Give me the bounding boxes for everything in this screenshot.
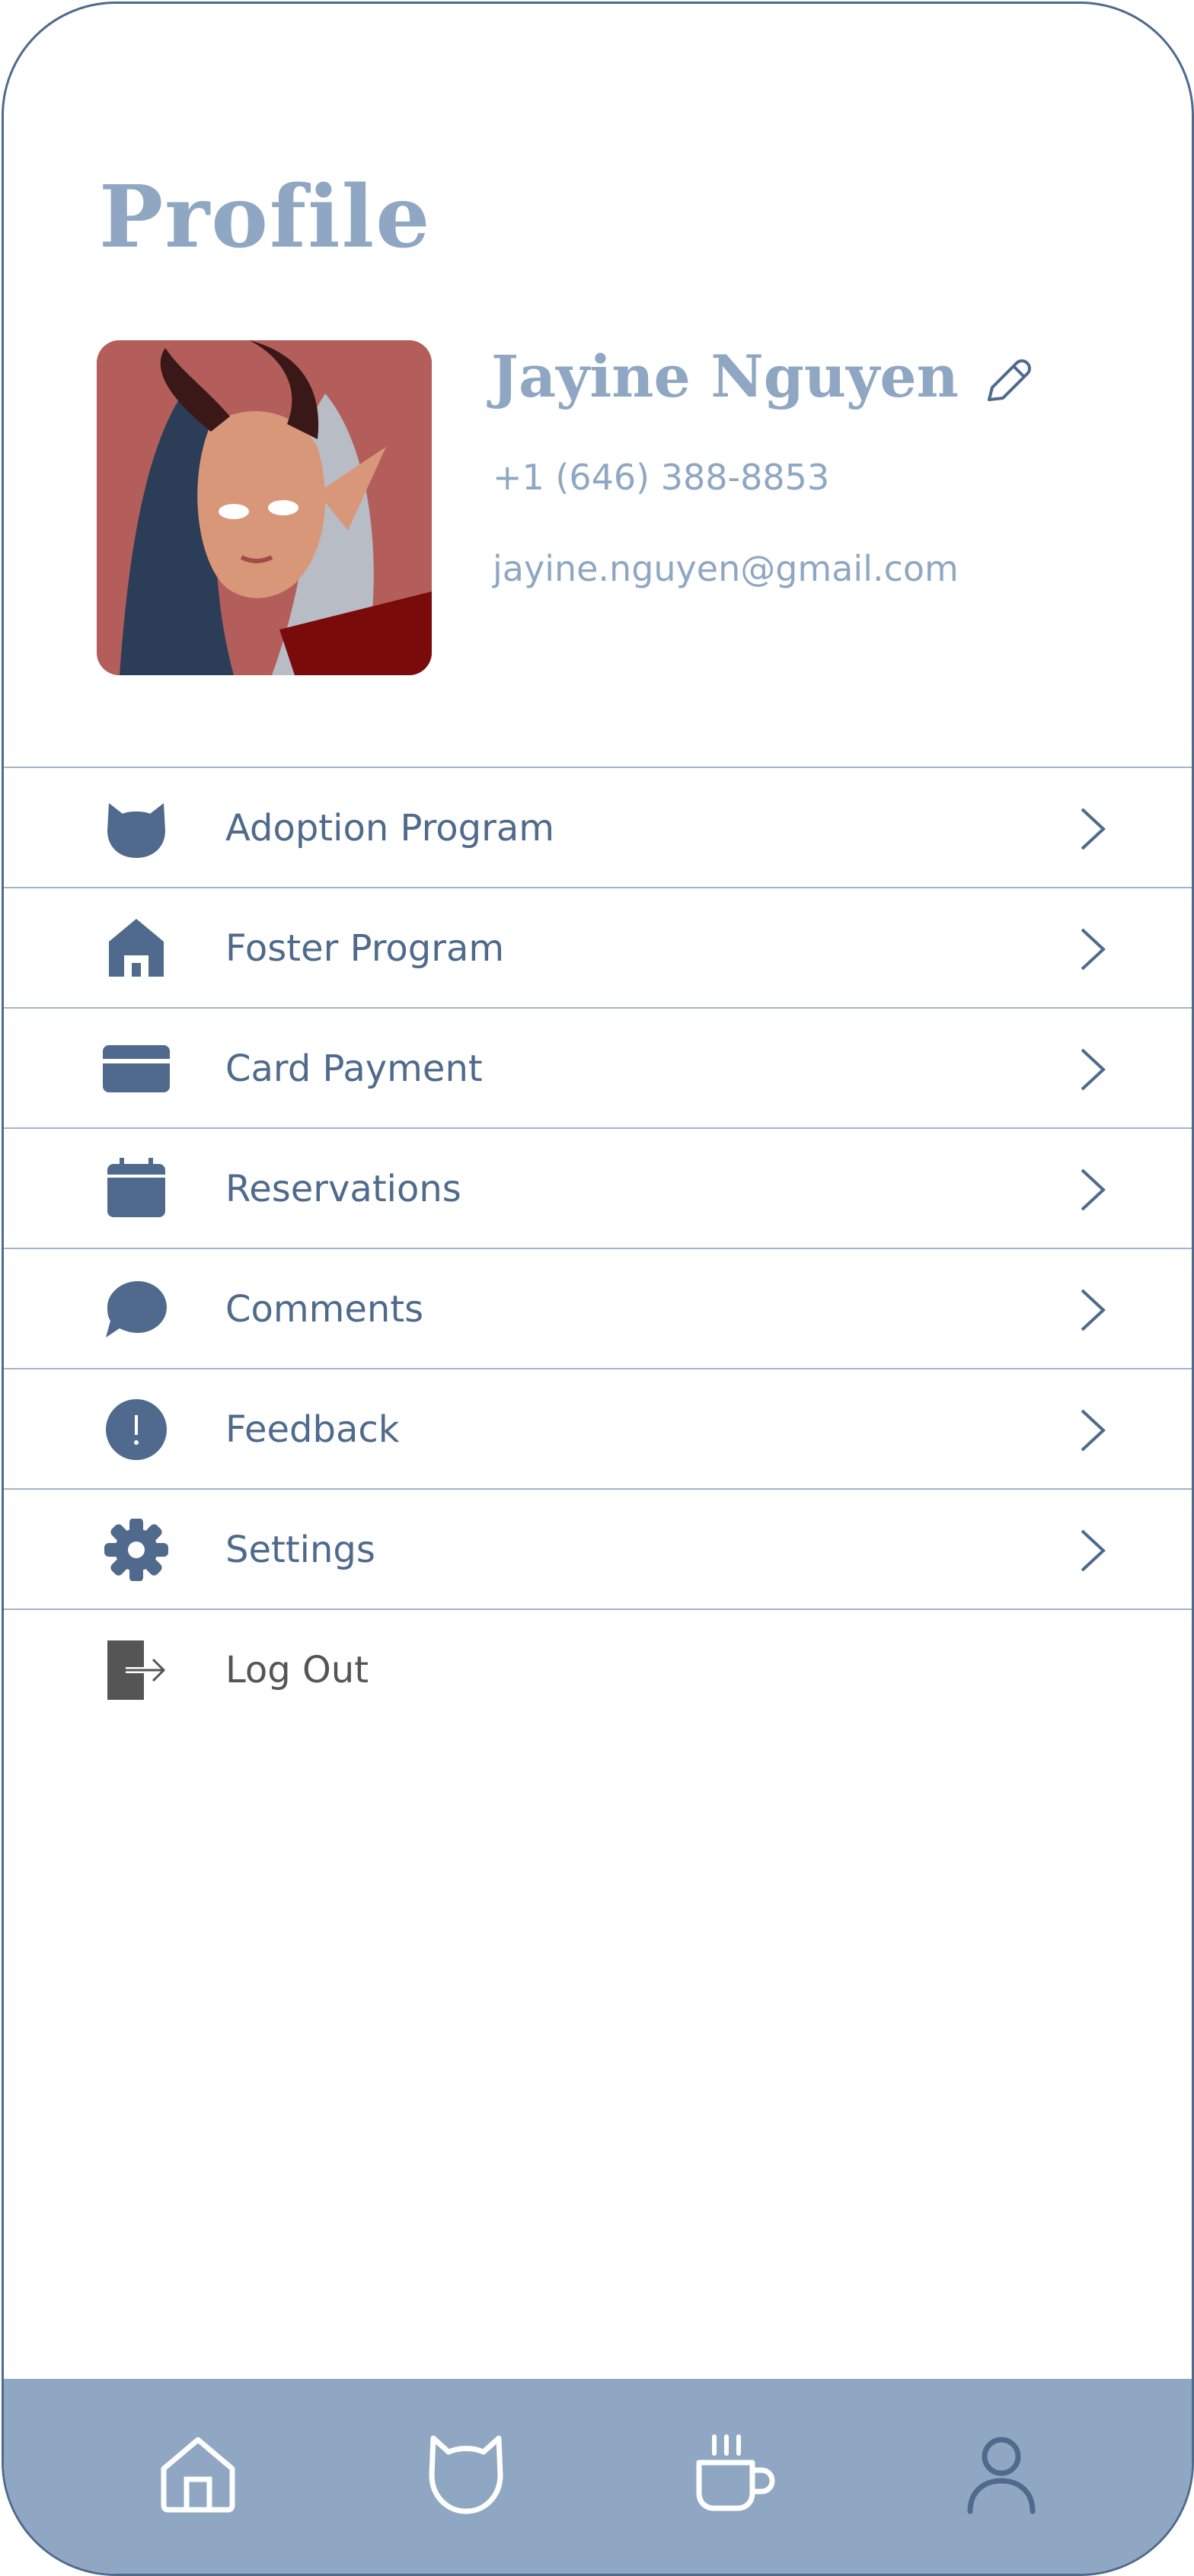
chevron-right-icon: [1077, 1287, 1108, 1333]
user-email: jayine.nguyen@gmail.com: [493, 548, 959, 589]
nav-profile-button[interactable]: [959, 2432, 1043, 2516]
menu-item-reservations[interactable]: Reservations: [4, 1127, 1192, 1248]
menu-item-label: Feedback: [225, 1408, 400, 1451]
menu-item-label: Adoption Program: [225, 807, 555, 850]
bottom-navigation: [4, 2379, 1192, 2574]
menu-item-adoption-program[interactable]: Adoption Program: [4, 767, 1192, 887]
menu-item-settings[interactable]: Settings: [4, 1488, 1192, 1608]
pencil-icon: [988, 359, 1031, 401]
credit-card-icon: [103, 1038, 170, 1100]
chevron-right-icon: [1077, 1047, 1108, 1092]
nav-cafe-button[interactable]: [693, 2432, 777, 2516]
home-icon: [103, 917, 170, 980]
menu-item-log-out[interactable]: Log Out: [4, 1608, 1192, 1729]
user-icon: [967, 2437, 1036, 2514]
user-name: Jayine Nguyen: [491, 343, 959, 410]
menu-item-label: Foster Program: [225, 927, 505, 970]
chevron-right-icon: [1077, 1408, 1108, 1453]
cat-head-icon: [103, 797, 170, 859]
gear-icon: [103, 1519, 170, 1581]
calendar-icon: [103, 1158, 170, 1220]
chevron-right-icon: [1077, 926, 1108, 972]
menu-item-feedback[interactable]: Feedback: [4, 1368, 1192, 1488]
logout-icon: [103, 1639, 170, 1701]
nav-adopt-button[interactable]: [424, 2432, 508, 2516]
edit-profile-button[interactable]: [980, 355, 1033, 409]
cat-icon: [429, 2435, 503, 2514]
menu-item-label: Comments: [225, 1288, 424, 1331]
page-title: Profile: [99, 167, 432, 267]
chevron-right-icon: [1077, 1167, 1108, 1213]
profile-picture: [97, 340, 432, 675]
alert-circle-icon: [103, 1398, 170, 1461]
menu-item-label: Reservations: [225, 1168, 461, 1210]
menu-item-card-payment[interactable]: Card Payment: [4, 1007, 1192, 1127]
nav-home-button[interactable]: [156, 2432, 240, 2516]
menu-item-label: Settings: [225, 1529, 375, 1571]
chevron-right-icon: [1077, 806, 1108, 852]
phone-frame: Profile Jayine Nguyen +1 (646) 388-8853 …: [2, 2, 1194, 2576]
user-phone: +1 (646) 388-8853: [493, 457, 830, 498]
coffee-cup-icon: [696, 2434, 775, 2511]
chat-bubble-icon: [103, 1278, 170, 1341]
chevron-right-icon: [1077, 1528, 1108, 1573]
menu-item-label: Card Payment: [225, 1047, 483, 1090]
menu-item-comments[interactable]: Comments: [4, 1248, 1192, 1368]
profile-menu: Adoption Program Foster Program Card Pay…: [4, 767, 1192, 1729]
home-icon: [161, 2437, 235, 2513]
menu-item-foster-program[interactable]: Foster Program: [4, 887, 1192, 1007]
menu-item-label: Log Out: [225, 1649, 369, 1691]
avatar: [97, 340, 432, 675]
